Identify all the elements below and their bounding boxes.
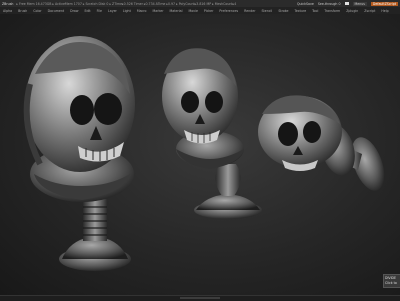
menu-item-transform[interactable]: Transform [321, 9, 343, 13]
menu-item-color[interactable]: Color [30, 9, 44, 13]
menu-item-stroke[interactable]: Stroke [275, 9, 291, 13]
menu-item-layer[interactable]: Layer [105, 9, 120, 13]
menu-item-document[interactable]: Document [45, 9, 68, 13]
see-through-slider[interactable]: See-through 0 [318, 2, 341, 6]
menu-item-brush[interactable]: Brush [15, 9, 30, 13]
menu-item-edit[interactable]: Edit [81, 9, 93, 13]
menu-item-texture[interactable]: Texture [291, 9, 309, 13]
menu-item-zplugin[interactable]: Zplugin [343, 9, 361, 13]
menu-item-alpha[interactable]: Alpha [0, 9, 15, 13]
menu-item-tool[interactable]: Tool [309, 9, 321, 13]
menu-item-file[interactable]: File [94, 9, 105, 13]
app-name: ZBrush [2, 1, 14, 6]
menu-item-stencil[interactable]: Stencil [259, 9, 276, 13]
divide-subtitle: Click to [385, 281, 397, 285]
title-bar: ZBrush ▸ Free Mem 16.473GB ▸ ActiveMem 1… [0, 0, 400, 7]
skull-chalice-sculpt-left [23, 36, 135, 271]
title-bar-controls: QuickSave See-through 0 Menus DefaultZSc… [297, 1, 400, 6]
menu-item-draw[interactable]: Draw [67, 9, 81, 13]
memory-info-text: ▸ Free Mem 16.473GB ▸ ActiveMem 1707 ▸ S… [16, 1, 237, 6]
menus-button[interactable]: Menus [352, 1, 367, 6]
menu-item-help[interactable]: Help [378, 9, 391, 13]
canvas-viewport[interactable] [0, 14, 400, 295]
menu-item-zscript[interactable]: Zscript [361, 9, 378, 13]
quicksave-button[interactable]: QuickSave [297, 2, 314, 6]
menu-item-render[interactable]: Render [241, 9, 258, 13]
menu-item-movie[interactable]: Movie [185, 9, 200, 13]
menu-item-macro[interactable]: Macro [134, 9, 150, 13]
menu-bar: Alpha Brush Color Document Draw Edit Fil… [0, 7, 400, 14]
skull-chalice-sculpt-right [258, 95, 385, 191]
bottom-tray [0, 295, 400, 301]
menu-item-marker[interactable]: Marker [150, 9, 167, 13]
skull-chalice-sculpt-center [162, 48, 262, 219]
divide-tooltip[interactable]: DIVIDE Click to [383, 274, 400, 288]
menu-item-picker[interactable]: Picker [201, 9, 217, 13]
menu-item-preferences[interactable]: Preferences [216, 9, 241, 13]
toggle-icon[interactable] [344, 2, 349, 5]
default-zscript-button[interactable]: DefaultZScript [370, 1, 398, 6]
menu-item-light[interactable]: Light [120, 9, 134, 13]
menu-item-material[interactable]: Material [167, 9, 186, 13]
sculpt-scene [23, 36, 385, 271]
tray-drag-handle[interactable] [180, 297, 220, 299]
